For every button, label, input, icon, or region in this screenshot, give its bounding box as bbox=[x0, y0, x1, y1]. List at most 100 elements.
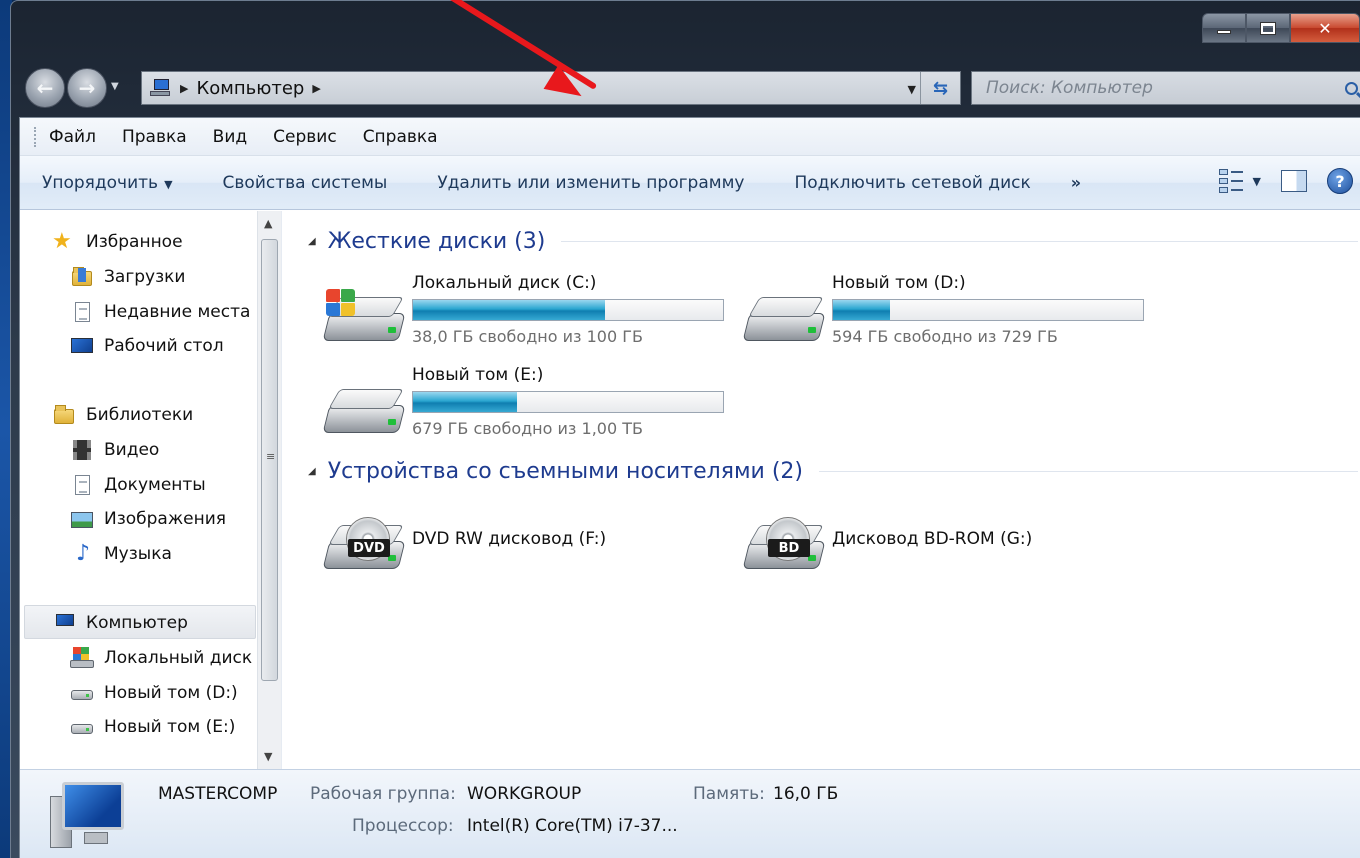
map-network-drive-button[interactable]: Подключить сетевой диск bbox=[794, 173, 1030, 193]
chevron-down-icon: ▼ bbox=[164, 177, 173, 191]
breadcrumb-separator-icon[interactable]: ▶ bbox=[312, 82, 320, 95]
nav-volume-e[interactable]: Новый том (E:) bbox=[70, 716, 235, 738]
arrow-left-icon: ← bbox=[36, 76, 54, 100]
view-controls: ▼ ? bbox=[1218, 168, 1353, 194]
close-button[interactable]: ✕ bbox=[1290, 13, 1360, 43]
menu-help[interactable]: Справка bbox=[363, 127, 438, 147]
view-dropdown-icon[interactable]: ▼ bbox=[1253, 175, 1261, 188]
desktop-icon bbox=[70, 335, 94, 357]
explorer-window: ✕ ← → ▼ ▶ Компьютер ▶ ▼ ⇆ Поиск: Компьют… bbox=[10, 0, 1360, 858]
group-hard-disks[interactable]: ◢ Жесткие диски (3) bbox=[308, 229, 1358, 254]
music-note-icon: ♪ bbox=[76, 541, 91, 566]
nav-documents[interactable]: Документы bbox=[70, 474, 206, 496]
drive-c[interactable]: Локальный диск (C:) 38,0 ГБ свободно из … bbox=[322, 273, 744, 359]
hard-drive-icon bbox=[322, 381, 406, 441]
drive-name: Локальный диск (C:) bbox=[412, 273, 597, 293]
group-divider bbox=[561, 241, 1358, 242]
cpu-value: Intel(R) Core(TM) i7-37... bbox=[467, 816, 678, 836]
drive-e[interactable]: Новый том (E:) 679 ГБ свободно из 1,00 Т… bbox=[322, 365, 744, 451]
workgroup-label: Рабочая группа: bbox=[310, 784, 456, 804]
drive-g[interactable]: BD Дисковод BD-ROM (G:) bbox=[742, 501, 1164, 587]
details-pane: MASTERCOMP Рабочая группа: WORKGROUP Пам… bbox=[20, 769, 1360, 858]
nav-volume-e-label: Новый том (E:) bbox=[104, 717, 236, 737]
scroll-down-icon[interactable]: ▼ bbox=[264, 750, 272, 763]
group-removable[interactable]: ◢ Устройства со съемными носителями (2) bbox=[308, 459, 1358, 484]
memory-label: Память: bbox=[693, 784, 765, 804]
nav-favorites-label: Избранное bbox=[86, 232, 183, 252]
star-icon: ★ bbox=[52, 229, 72, 254]
nav-favorites[interactable]: ★ Избранное bbox=[52, 231, 183, 253]
nav-volume-d[interactable]: Новый том (D:) bbox=[70, 682, 238, 704]
explorer-client-area: Файл Правка Вид Сервис Справка Упорядочи… bbox=[19, 117, 1360, 858]
drive-icon bbox=[70, 682, 94, 704]
scrollbar-thumb[interactable]: ≡ bbox=[261, 239, 278, 681]
history-dropdown-icon[interactable]: ▼ bbox=[111, 81, 119, 92]
usage-bar-fill bbox=[413, 392, 518, 412]
uninstall-program-button[interactable]: Удалить или изменить программу bbox=[437, 173, 744, 193]
computer-name: MASTERCOMP bbox=[158, 784, 278, 804]
nav-music[interactable]: ♪ Музыка bbox=[70, 543, 172, 565]
refresh-button[interactable]: ⇆ bbox=[920, 72, 960, 104]
collapse-triangle-icon[interactable]: ◢ bbox=[308, 466, 316, 477]
cpu-label: Процессор: bbox=[352, 816, 454, 836]
nav-images[interactable]: Изображения bbox=[70, 508, 226, 530]
menu-file[interactable]: Файл bbox=[49, 127, 96, 147]
nav-desktop[interactable]: Рабочий стол bbox=[70, 335, 224, 357]
nav-libraries[interactable]: Библиотеки bbox=[52, 404, 193, 426]
navigation-bar: ← → ▼ ▶ Компьютер ▶ ▼ ⇆ Поиск: Компьютер bbox=[23, 65, 1360, 111]
menu-view[interactable]: Вид bbox=[213, 127, 247, 147]
menu-grip-icon bbox=[34, 126, 37, 147]
nav-volume-d-label: Новый том (D:) bbox=[104, 683, 238, 703]
film-icon bbox=[70, 439, 94, 461]
group-hard-disks-title: Жесткие диски (3) bbox=[327, 229, 546, 254]
downloads-folder-icon bbox=[70, 266, 94, 288]
nav-video[interactable]: Видео bbox=[70, 439, 159, 461]
nav-images-label: Изображения bbox=[104, 509, 227, 529]
usage-bar-fill bbox=[833, 300, 891, 320]
nav-recent-places[interactable]: Недавние места bbox=[70, 301, 250, 323]
menu-edit[interactable]: Правка bbox=[122, 127, 187, 147]
libraries-icon bbox=[52, 404, 76, 426]
windows-drive-icon bbox=[70, 647, 94, 669]
breadcrumb-computer[interactable]: Компьютер bbox=[196, 78, 304, 99]
search-box[interactable]: Поиск: Компьютер bbox=[971, 71, 1360, 105]
command-bar: Упорядочить ▼ Свойства системы Удалить ил… bbox=[20, 156, 1360, 210]
more-commands-button[interactable]: » bbox=[1071, 173, 1081, 192]
collapse-triangle-icon[interactable]: ◢ bbox=[308, 236, 316, 247]
menu-tools[interactable]: Сервис bbox=[273, 127, 337, 147]
preview-pane-icon[interactable] bbox=[1281, 170, 1307, 192]
maximize-button[interactable] bbox=[1246, 13, 1290, 43]
minimize-button[interactable] bbox=[1202, 13, 1246, 43]
arrow-right-icon: → bbox=[78, 76, 96, 100]
scrollbar-grip-icon: ≡ bbox=[266, 450, 276, 463]
nav-computer-label: Компьютер bbox=[86, 613, 188, 633]
change-view-icon[interactable] bbox=[1218, 169, 1245, 193]
drive-f[interactable]: DVD DVD RW дисковод (F:) bbox=[322, 501, 744, 587]
address-dropdown-icon[interactable]: ▼ bbox=[908, 83, 916, 96]
nav-scrollbar[interactable]: ▲ ≡ ▼ bbox=[257, 211, 281, 769]
usage-bar bbox=[412, 299, 724, 321]
organize-button[interactable]: Упорядочить ▼ bbox=[42, 173, 173, 193]
forward-button[interactable]: → bbox=[67, 68, 107, 108]
breadcrumb-separator-icon[interactable]: ▶ bbox=[180, 82, 188, 95]
nav-video-label: Видео bbox=[104, 440, 160, 460]
nav-computer[interactable]: Компьютер bbox=[52, 612, 188, 634]
bd-badge: BD bbox=[768, 539, 810, 557]
nav-local-disk-label: Локальный диск bbox=[104, 648, 253, 668]
search-input[interactable]: Поиск: Компьютер bbox=[986, 78, 1334, 98]
help-icon[interactable]: ? bbox=[1327, 168, 1353, 194]
usage-bar bbox=[412, 391, 724, 413]
usage-bar-fill bbox=[413, 300, 606, 320]
drive-d[interactable]: Новый том (D:) 594 ГБ свободно из 729 ГБ bbox=[742, 273, 1164, 359]
nav-downloads[interactable]: Загрузки bbox=[70, 266, 185, 288]
back-button[interactable]: ← bbox=[25, 68, 65, 108]
group-removable-title: Устройства со съемными носителями (2) bbox=[327, 459, 803, 484]
search-icon[interactable] bbox=[1334, 81, 1360, 95]
system-properties-button[interactable]: Свойства системы bbox=[223, 173, 388, 193]
workgroup-value: WORKGROUP bbox=[467, 784, 582, 804]
nav-local-disk[interactable]: Локальный диск bbox=[70, 647, 252, 669]
drive-icon bbox=[70, 716, 94, 738]
scroll-up-icon[interactable]: ▲ bbox=[264, 217, 272, 230]
content-pane: ◢ Жесткие диски (3) Локальный диск (C:) … bbox=[292, 211, 1360, 769]
nav-desktop-label: Рабочий стол bbox=[104, 336, 224, 356]
